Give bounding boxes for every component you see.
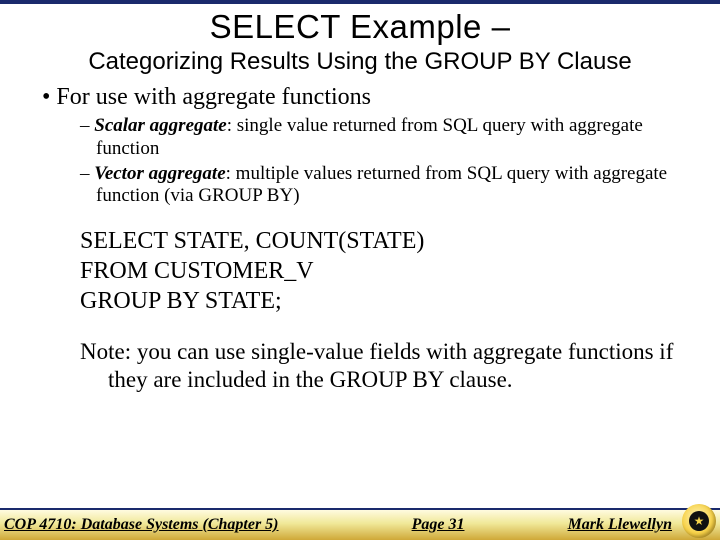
title-block: SELECT Example – Categorizing Results Us… <box>0 4 720 78</box>
note-text: Note: you can use single-value fields wi… <box>80 338 688 393</box>
sql-line: FROM CUSTOMER_V <box>80 256 688 286</box>
sql-example: SELECT STATE, COUNT(STATE) FROM CUSTOMER… <box>80 226 688 316</box>
slide-body: For use with aggregate functions Scalar … <box>0 78 720 393</box>
slide-title-main: SELECT Example – <box>20 8 700 46</box>
footer-page: Page 31 <box>279 516 568 534</box>
sub-bullet: Scalar aggregate: single value returned … <box>80 115 688 161</box>
ucf-logo-icon: ★ <box>682 504 716 538</box>
bullet-main: For use with aggregate functions <box>42 84 688 111</box>
sub-bullet: Vector aggregate: multiple values return… <box>80 163 688 209</box>
sub-bullet-list: Scalar aggregate: single value returned … <box>80 115 688 208</box>
term: Scalar aggregate <box>94 115 226 136</box>
slide-title-sub: Categorizing Results Using the GROUP BY … <box>20 48 700 76</box>
term: Vector aggregate <box>94 163 225 184</box>
slide-footer: COP 4710: Database Systems (Chapter 5) P… <box>0 508 720 540</box>
footer-author: Mark Llewellyn <box>568 516 672 534</box>
sql-line: GROUP BY STATE; <box>80 286 688 316</box>
sql-line: SELECT STATE, COUNT(STATE) <box>80 226 688 256</box>
footer-course: COP 4710: Database Systems (Chapter 5) <box>4 516 279 534</box>
